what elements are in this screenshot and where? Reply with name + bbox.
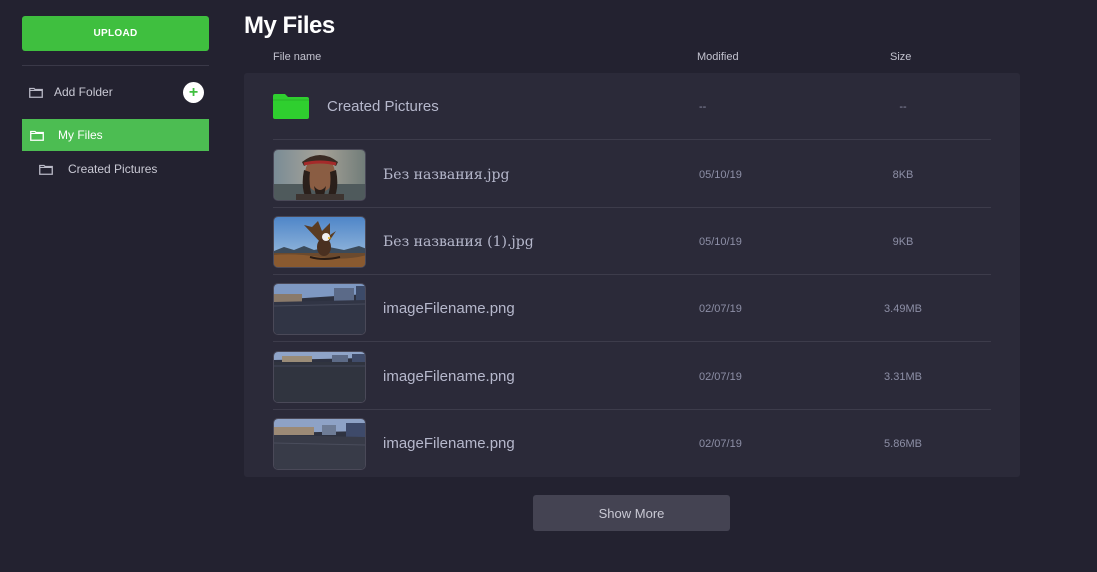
file-size: --: [899, 100, 907, 113]
file-modified: 02/07/19: [699, 437, 742, 450]
file-modified: 05/10/19: [699, 235, 742, 248]
parking-lot-photo-thumbnail: [273, 418, 366, 470]
parking-lot-photo-thumbnail: [273, 283, 366, 335]
column-header-size[interactable]: Size: [890, 51, 911, 63]
file-size: 5.86MB: [884, 437, 922, 450]
portrait-photo-thumbnail: [273, 149, 366, 201]
file-name: Без названия.jpg: [383, 166, 510, 183]
add-folder-button[interactable]: Add Folder +: [22, 80, 209, 104]
file-size: 3.31MB: [884, 370, 922, 383]
file-list: Created Pictures -- -- Без названия.jpg …: [244, 73, 1020, 477]
sidebar: UPLOAD Add Folder + My Files Created Pic…: [0, 0, 222, 572]
file-row-folder[interactable]: Created Pictures -- --: [273, 73, 991, 140]
sidebar-item-label: My Files: [58, 128, 103, 142]
sidebar-item-created-pictures[interactable]: Created Pictures: [22, 157, 209, 181]
parking-lot-photo-thumbnail: [273, 351, 366, 403]
file-name: Created Pictures: [327, 98, 439, 115]
sidebar-item-label: Created Pictures: [68, 162, 158, 176]
file-name: imageFilename.png: [383, 368, 515, 385]
eagle-photo-thumbnail: [273, 216, 366, 268]
plus-icon[interactable]: +: [183, 82, 204, 103]
file-size: 8KB: [892, 168, 914, 181]
file-name: imageFilename.png: [383, 435, 515, 452]
file-row[interactable]: imageFilename.png 02/07/19 3.49MB: [273, 275, 991, 342]
file-modified: 05/10/19: [699, 168, 742, 181]
page-title: My Files: [244, 12, 335, 39]
file-row[interactable]: imageFilename.png 02/07/19 5.86MB: [273, 410, 991, 477]
sidebar-divider: [22, 65, 209, 66]
file-modified: 02/07/19: [699, 302, 742, 315]
folder-icon: [29, 87, 43, 98]
column-header-modified[interactable]: Modified: [697, 51, 739, 63]
sidebar-item-my-files[interactable]: My Files: [22, 119, 209, 151]
file-size: 9KB: [892, 235, 914, 248]
file-modified: 02/07/19: [699, 370, 742, 383]
file-modified: --: [699, 100, 707, 113]
column-header-file-name[interactable]: File name: [273, 51, 321, 63]
folder-icon: [273, 94, 309, 119]
file-size: 3.49MB: [884, 302, 922, 315]
file-name: Без названия (1).jpg: [383, 233, 534, 250]
folder-icon: [39, 164, 53, 175]
file-row[interactable]: Без названия (1).jpg 05/10/19 9KB: [273, 208, 991, 275]
file-row[interactable]: Без названия.jpg 05/10/19 8KB: [273, 141, 991, 208]
show-more-button[interactable]: Show More: [533, 495, 730, 531]
upload-button[interactable]: UPLOAD: [22, 16, 209, 51]
folder-icon: [30, 130, 44, 141]
file-row[interactable]: imageFilename.png 02/07/19 3.31MB: [273, 343, 991, 410]
file-name: imageFilename.png: [383, 300, 515, 317]
add-folder-label: Add Folder: [54, 85, 113, 99]
